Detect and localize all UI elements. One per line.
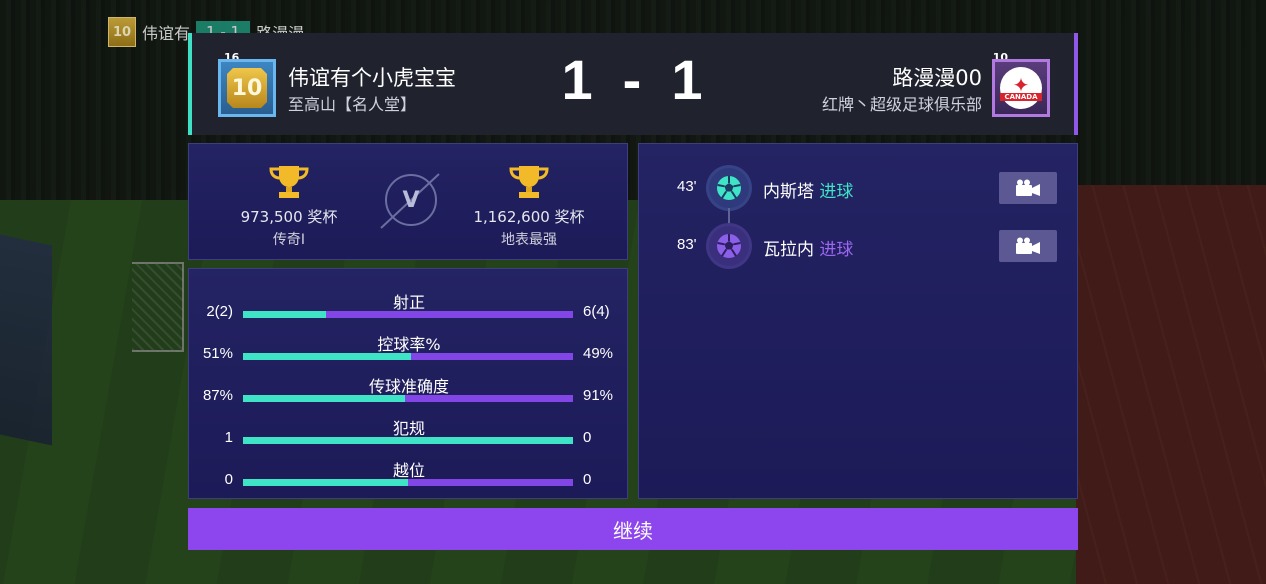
stat-row: 犯规 1 0 bbox=[189, 415, 629, 455]
video-camera-icon bbox=[1016, 179, 1040, 196]
stat-row: 传球准确度 87% 91% bbox=[189, 373, 629, 413]
event-row: 83' 瓦拉内 进球 bbox=[639, 224, 1079, 268]
stat-home-value: 0 bbox=[224, 471, 233, 488]
match-header: 16 10 伟谊有个小虎宝宝 至高山【名人堂】 1-1 10 路漫漫00 红牌丶… bbox=[188, 33, 1078, 135]
soccer-ball-icon bbox=[709, 168, 749, 208]
event-type: 进球 bbox=[819, 240, 854, 260]
stat-home-value: 51% bbox=[202, 345, 233, 362]
maple-leaf-icon: ✦ bbox=[1012, 73, 1030, 97]
away-league-tier: 地表最强 bbox=[501, 232, 557, 248]
trophy-icon bbox=[269, 166, 309, 198]
event-player: 瓦拉内 bbox=[763, 240, 814, 260]
stat-away-value: 91% bbox=[583, 387, 614, 404]
stat-row: 越位 0 0 bbox=[189, 457, 629, 497]
event-description: 内斯塔 进球 bbox=[763, 177, 853, 202]
stat-bar bbox=[243, 353, 573, 360]
trophy-panel: 973,500 奖杯 传奇I V 1,162,600 奖杯 地表最强 bbox=[188, 143, 628, 260]
soccer-ball-icon bbox=[709, 226, 749, 266]
stat-bar bbox=[243, 311, 573, 318]
away-trophy-count: 1,162,600 奖杯 bbox=[473, 208, 585, 226]
mini-tier-badge: 10 bbox=[108, 17, 136, 47]
home-trophy-count: 973,500 奖杯 bbox=[240, 208, 338, 226]
stat-label: 控球率% bbox=[377, 335, 441, 354]
away-club-name: 红牌丶超级足球俱乐部 bbox=[821, 95, 982, 114]
video-camera-icon bbox=[1016, 237, 1040, 254]
event-row: 43' 内斯塔 进球 bbox=[639, 166, 1079, 210]
event-minute: 83' bbox=[677, 236, 697, 253]
away-club-badge: ✦ CANADA bbox=[992, 59, 1050, 117]
home-trophies: 973,500 奖杯 传奇I bbox=[209, 162, 369, 249]
replay-button[interactable] bbox=[999, 172, 1057, 204]
stat-bar-home-fill bbox=[243, 353, 412, 360]
stat-home-value: 2(2) bbox=[206, 303, 233, 320]
away-badge-text: CANADA bbox=[1000, 93, 1042, 101]
stat-away-value: 0 bbox=[583, 471, 592, 488]
away-score: 1 bbox=[671, 48, 705, 111]
stat-label: 射正 bbox=[392, 293, 425, 312]
match-events-panel: 43' 内斯塔 进球 83' 瓦拉内 进球 bbox=[638, 143, 1078, 499]
event-minute: 43' bbox=[677, 178, 697, 195]
stat-label: 越位 bbox=[392, 461, 425, 480]
away-player-name: 路漫漫00 bbox=[892, 66, 982, 90]
replay-button[interactable] bbox=[999, 230, 1057, 262]
stat-home-value: 87% bbox=[202, 387, 233, 404]
continue-button[interactable]: 继续 bbox=[188, 508, 1078, 550]
event-type: 进球 bbox=[819, 182, 854, 202]
event-player: 内斯塔 bbox=[763, 182, 814, 202]
stat-home-value: 1 bbox=[224, 429, 233, 446]
home-league-tier: 传奇I bbox=[272, 232, 306, 248]
mini-home-name: 伟谊有 bbox=[142, 24, 191, 43]
stat-row: 射正 2(2) 6(4) bbox=[189, 289, 629, 329]
vs-icon: V bbox=[385, 174, 437, 226]
away-trophies: 1,162,600 奖杯 地表最强 bbox=[449, 162, 609, 249]
stat-bar-home-fill bbox=[243, 479, 408, 486]
stat-label: 犯规 bbox=[392, 419, 425, 438]
stat-bar-home-fill bbox=[243, 395, 405, 402]
trophy-icon bbox=[509, 166, 549, 198]
stat-label: 传球准确度 bbox=[368, 377, 449, 396]
stat-bar bbox=[243, 437, 573, 444]
stat-away-value: 49% bbox=[583, 345, 614, 362]
stat-bar-home-fill bbox=[243, 437, 573, 444]
stat-bar-home-fill bbox=[243, 311, 326, 318]
home-score: 1 bbox=[561, 48, 595, 111]
match-stats-panel: 射正 2(2) 6(4) 控球率% 51% 49% 传球准确度 87% 91% … bbox=[188, 268, 628, 499]
stat-away-value: 0 bbox=[583, 429, 592, 446]
event-description: 瓦拉内 进球 bbox=[763, 235, 853, 260]
stat-away-value: 6(4) bbox=[583, 303, 610, 320]
stat-bar bbox=[243, 395, 573, 402]
stat-row: 控球率% 51% 49% bbox=[189, 331, 629, 371]
stat-bar bbox=[243, 479, 573, 486]
score-separator: - bbox=[622, 48, 644, 111]
